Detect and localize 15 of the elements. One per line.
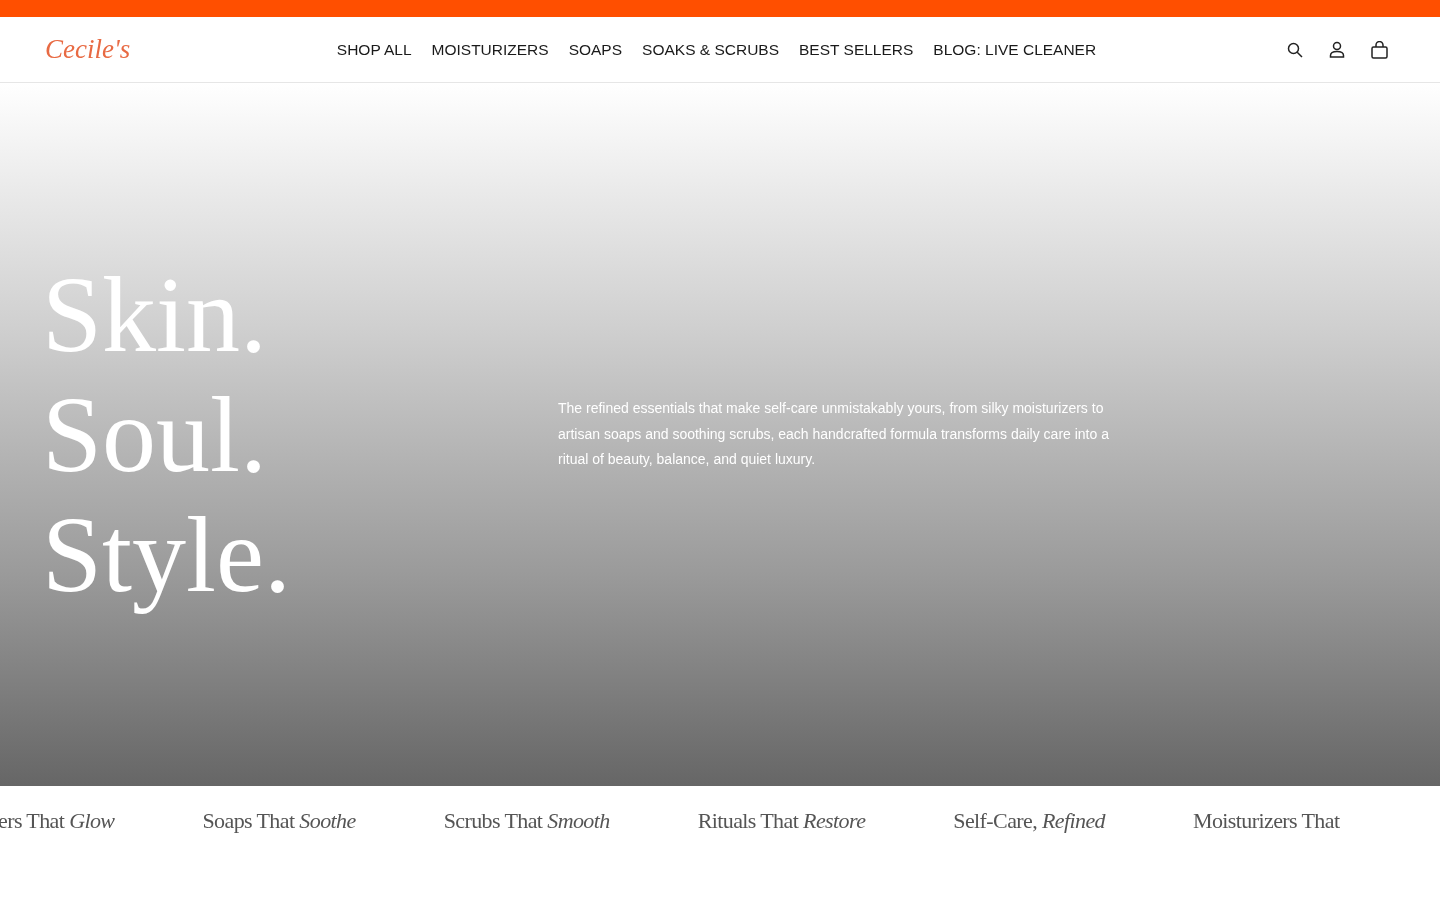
search-icon[interactable]	[1287, 41, 1303, 58]
ticker-phrase: Soaps That Soothe	[202, 808, 356, 834]
ticker-phrase: Self-Care, Refined	[953, 808, 1105, 834]
account-icon[interactable]	[1329, 41, 1345, 58]
nav-link[interactable]: SOAKS & SCRUBS	[642, 40, 780, 59]
nav-link[interactable]: BEST SELLERS	[799, 40, 914, 59]
ticker-phrase: Moisturizers That	[1193, 808, 1340, 834]
nav-link[interactable]: SOAPS	[568, 40, 623, 59]
hero-description: The refined essentials that make self-care unmistakably yours, from silky moisturizers to artisan soaps and soothing scrubs, each handcrafted formula transforms daily care into a ritual of beauty, balance, and quiet luxury.	[558, 399, 1110, 470]
nav-link[interactable]: SHOP ALL	[336, 40, 412, 59]
nav-link[interactable]: MOISTURIZERS	[431, 40, 549, 59]
ticker-phrase: Scrubs That Smooth	[443, 808, 610, 834]
nav-link[interactable]: BLOG: LIVE CLEANER	[933, 40, 1097, 59]
shopping-bag-icon[interactable]	[1371, 40, 1388, 59]
ticker-phrase: Rituals That Restore	[697, 808, 866, 834]
